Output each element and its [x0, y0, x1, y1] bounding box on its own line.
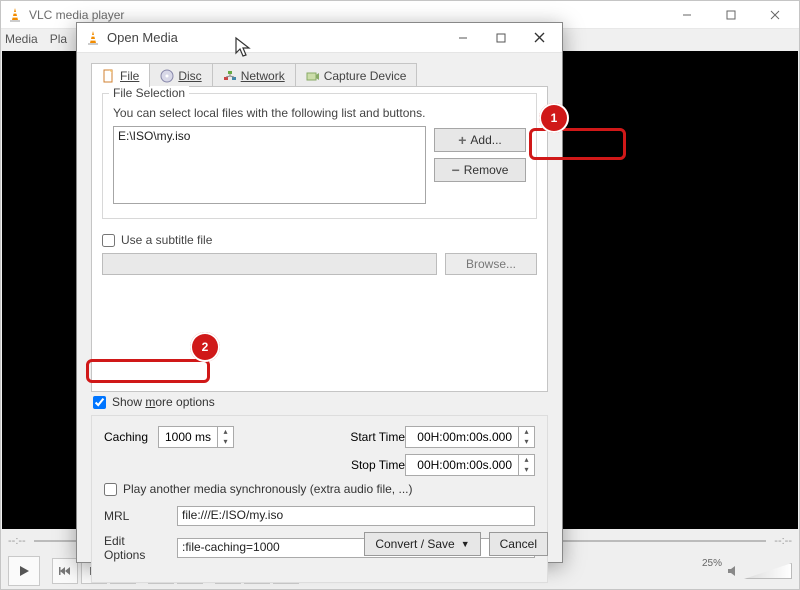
tab-network[interactable]: Network — [212, 63, 296, 87]
dialog-close-button[interactable] — [520, 24, 558, 52]
mrl-field[interactable]: file:///E:/ISO/my.iso — [177, 506, 535, 526]
dialog-title: Open Media — [107, 30, 444, 45]
chevron-down-icon: ▼ — [461, 539, 470, 549]
chevron-up-icon[interactable]: ▴ — [519, 427, 534, 437]
tab-file-label: File — [120, 69, 139, 83]
minus-icon: − — [452, 163, 460, 177]
start-time-spinner[interactable]: 00H:00m:00s.000 ▴▾ — [405, 426, 535, 448]
time-total: --:-- — [774, 535, 792, 547]
file-list-item[interactable]: E:\ISO\my.iso — [118, 129, 421, 143]
convert-save-button[interactable]: Convert / Save ▼ — [364, 532, 480, 556]
subtitle-group: Use a subtitle file Browse... — [102, 233, 537, 275]
prev-button[interactable] — [52, 558, 78, 584]
use-subtitle-checkbox[interactable]: Use a subtitle file — [102, 233, 537, 247]
tab-capture-label: Capture Device — [324, 69, 407, 83]
dialog-minimize-button[interactable] — [444, 24, 482, 52]
tab-disc-label: Disc — [178, 69, 201, 83]
use-subtitle-label: Use a subtitle file — [121, 233, 212, 247]
dialog-body: File Disc Network Capture Device File Se… — [77, 53, 562, 562]
stop-time-value[interactable]: 00H:00m:00s.000 — [406, 458, 518, 472]
menu-playback[interactable]: Pla — [50, 32, 67, 46]
tab-disc[interactable]: Disc — [149, 63, 212, 87]
show-more-options-input[interactable] — [93, 396, 106, 409]
chevron-down-icon[interactable]: ▾ — [218, 437, 233, 447]
annotation-box-showmore — [86, 359, 210, 383]
annotation-circle-2: 2 — [190, 332, 220, 362]
file-selection-legend: File Selection — [109, 86, 189, 100]
vlc-cone-icon — [85, 30, 101, 46]
annotation-circle-1: 1 — [539, 103, 569, 133]
remove-button[interactable]: − Remove — [434, 158, 526, 182]
subtitle-browse-button: Browse... — [445, 253, 537, 275]
plus-icon: + — [458, 133, 466, 147]
start-time-label: Start Time — [341, 430, 405, 444]
stop-time-spinner[interactable]: 00H:00m:00s.000 ▴▾ — [405, 454, 535, 476]
file-selection-description: You can select local files with the foll… — [113, 106, 526, 120]
convert-save-label: Convert / Save — [375, 537, 454, 551]
main-close-button[interactable] — [753, 1, 797, 29]
cancel-button-label: Cancel — [500, 537, 537, 551]
caching-label: Caching — [104, 430, 158, 444]
add-button-label: Add... — [470, 133, 501, 147]
show-more-options-checkbox[interactable]: Show more options — [93, 395, 215, 409]
play-sync-checkbox[interactable]: Play another media synchronously (extra … — [104, 482, 535, 496]
start-time-value[interactable]: 00H:00m:00s.000 — [406, 430, 518, 444]
dialog-titlebar: Open Media — [77, 23, 562, 53]
speaker-icon[interactable] — [726, 564, 740, 578]
remove-button-label: Remove — [464, 163, 509, 177]
chevron-down-icon[interactable]: ▾ — [519, 437, 534, 447]
cancel-button[interactable]: Cancel — [489, 532, 548, 556]
menu-media[interactable]: Media — [5, 32, 38, 46]
main-window-title: VLC media player — [29, 8, 665, 22]
play-sync-label: Play another media synchronously (extra … — [123, 482, 412, 496]
volume-percent: 25% — [702, 558, 722, 569]
tab-page-file: File Selection You can select local file… — [91, 86, 548, 392]
tab-bar: File Disc Network Capture Device — [91, 63, 416, 87]
dialog-button-row: Convert / Save ▼ Cancel — [364, 532, 548, 556]
vlc-cone-icon — [7, 7, 23, 23]
add-button[interactable]: + Add... — [434, 128, 526, 152]
caching-value[interactable]: 1000 ms — [159, 430, 217, 444]
volume-slider[interactable] — [744, 563, 792, 579]
main-minimize-button[interactable] — [665, 1, 709, 29]
subtitle-path-field — [102, 253, 437, 275]
stop-time-label: Stop Time — [341, 458, 405, 472]
dialog-maximize-button[interactable] — [482, 24, 520, 52]
tab-network-label: Network — [241, 69, 285, 83]
capture-icon — [306, 69, 320, 83]
mrl-label: MRL — [104, 509, 169, 523]
chevron-up-icon[interactable]: ▴ — [218, 427, 233, 437]
file-selection-group: File Selection You can select local file… — [102, 93, 537, 219]
main-maximize-button[interactable] — [709, 1, 753, 29]
advanced-panel: Caching 1000 ms ▴▾ Start Time 00H:00m:00… — [91, 415, 548, 583]
caching-spinner[interactable]: 1000 ms ▴▾ — [158, 426, 234, 448]
tab-file[interactable]: File — [91, 63, 150, 87]
file-icon — [102, 69, 116, 83]
chevron-down-icon[interactable]: ▾ — [519, 465, 534, 475]
play-button[interactable] — [8, 556, 40, 586]
edit-options-label: Edit Options — [104, 534, 169, 562]
file-list[interactable]: E:\ISO\my.iso — [113, 126, 426, 204]
chevron-up-icon[interactable]: ▴ — [519, 455, 534, 465]
cursor-icon — [234, 36, 252, 58]
disc-icon — [160, 69, 174, 83]
play-sync-input[interactable] — [104, 483, 117, 496]
time-elapsed: --:-- — [8, 535, 26, 547]
use-subtitle-input[interactable] — [102, 234, 115, 247]
open-media-dialog: Open Media File Disc Network Capture Dev… — [76, 22, 563, 563]
network-icon — [223, 69, 237, 83]
tab-capture[interactable]: Capture Device — [295, 63, 418, 87]
annotation-box-add — [529, 128, 626, 160]
